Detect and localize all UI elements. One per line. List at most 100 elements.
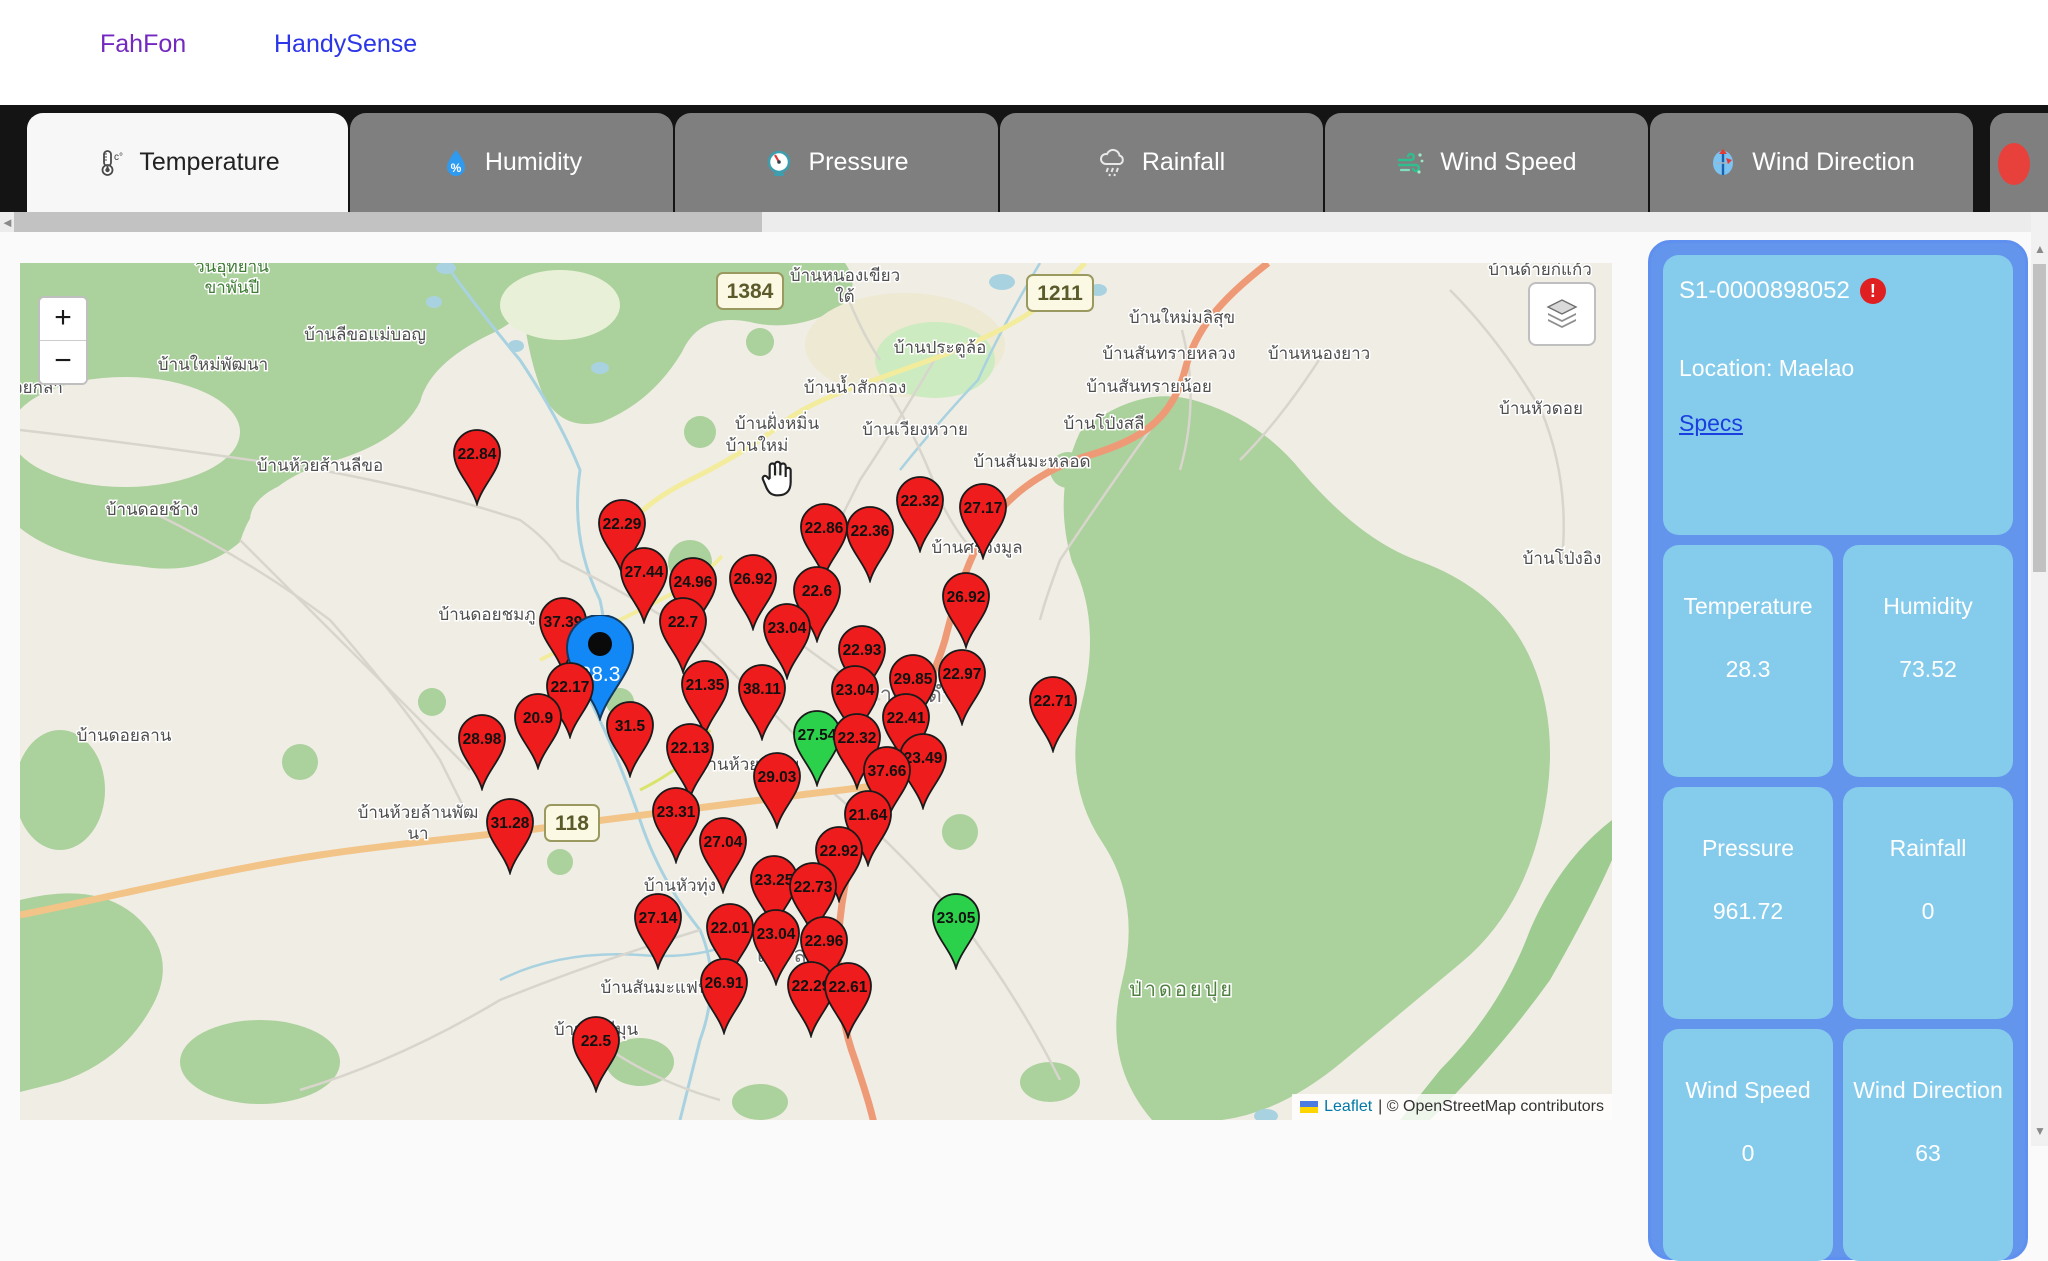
metric-value: 73.52 [1843,656,2013,683]
road-badge-label: 1384 [727,280,774,303]
metric-grid: Temperature 28.3 Humidity 73.52 Pressure… [1663,545,2013,1261]
tab-rainfall[interactable]: Rainfall [1000,113,1323,212]
tab-wind-speed[interactable]: Wind Speed [1325,113,1648,212]
map-container[interactable]: วนอุทยานขาพันปีบ้านลีขอแม่บอญบ้านใหม่พัฒ… [20,263,1612,1120]
nav-link-handysense[interactable]: HandySense [274,30,417,59]
tab-pressure[interactable]: Pressure [675,113,998,212]
map-place-label: บ้านโป่งสลี [1064,413,1145,433]
map-place-label: บ้านห้วยล้านพัฒ [358,803,479,822]
metric-label: Rainfall [1843,835,2013,862]
metric-label: Temperature [1663,593,1833,620]
vertical-scrollbar[interactable]: ▲ ▼ [2031,212,2048,1146]
map-attribution: Leaflet | © OpenStreetMap contributors [1292,1094,1612,1120]
scroll-down-arrow-icon[interactable]: ▼ [2034,1124,2046,1138]
metric-label: Pressure [1663,835,1833,862]
map-place-label: บ้านฝั่งหมิ่น [735,411,820,433]
tab-label: Rainfall [1142,148,1225,177]
road-badge-label: 1211 [1037,282,1083,305]
map-place-label: นา [407,824,428,843]
scroll-up-arrow-icon[interactable]: ▲ [2034,242,2046,256]
map-place-label: บ้านดงอีมุน [554,1020,639,1040]
map-place-label: ป่าก่อดำ [863,682,958,707]
humidity-drop-icon: % [441,148,471,178]
tab-temperature[interactable]: c° Temperature [27,113,348,212]
station-panel: S1-0000898052 ! Location: Maelao Specs T… [1648,240,2028,1260]
layers-control-button[interactable] [1528,282,1596,346]
attribution-text: | © OpenStreetMap contributors [1378,1098,1604,1116]
tab-label: Humidity [485,148,582,177]
vertical-scrollbar-thumb[interactable] [2033,264,2046,572]
thermometer-icon: c° [95,148,125,178]
map-place-label: บ้านด้ายก่แก้ว [1488,263,1592,279]
map-place-label: บ้านดอยชมภู [438,605,535,625]
metric-card-temperature[interactable]: Temperature 28.3 [1663,545,1833,777]
map-place-label: ขาพันปี [205,278,260,297]
metric-value: 961.72 [1663,898,1833,925]
map-place-label: บ้านสันมะหลอด [973,452,1090,471]
metric-label: Wind Speed [1663,1077,1833,1104]
alert-icon: ! [1860,278,1886,304]
metric-card-wind-speed[interactable]: Wind Speed 0 [1663,1029,1833,1261]
tab-label: Wind Direction [1752,148,1915,177]
sensor-tabbar: c° Temperature % Humidity Pressure Rainf… [0,105,2048,212]
metric-card-wind-direction[interactable]: Wind Direction 63 [1843,1029,2013,1261]
metric-value: 0 [1663,1140,1833,1167]
station-header-card[interactable]: S1-0000898052 ! Location: Maelao Specs [1663,255,2013,535]
map-place-label: บ้านดอยช้าง [106,500,199,519]
horizontal-scrollbar[interactable]: ◄ [0,212,2032,232]
map-place-label: บ้านหนองยาว [1268,344,1370,363]
map-place-label: บ้านเวียงหวาย [862,420,968,439]
map-place-label: ใต้ [835,286,854,306]
tab-label: Wind Speed [1440,148,1576,177]
map-place-label: วนอุทยาน [195,263,269,277]
map-place-label: บ้านห้วยหวาย [697,755,800,774]
specs-link[interactable]: Specs [1679,410,1743,436]
horizontal-scrollbar-thumb[interactable] [14,212,762,232]
status-red-dot-icon [1998,143,2030,185]
tab-label: Temperature [139,148,279,177]
tab-overflow-stub[interactable] [1990,113,2048,212]
station-id: S1-0000898052 [1679,277,1850,305]
metric-value: 63 [1843,1140,2013,1167]
map-place-label: แม่ลาว [757,942,844,967]
map-place-label: บ้านหัวทุ่ง [644,876,716,896]
svg-text:c°: c° [114,152,123,163]
map-tiles: วนอุทยานขาพันปีบ้านลีขอแม่บอญบ้านใหม่พัฒ… [20,263,1612,1120]
map-place-label: บ้านโป่งอิง [1523,548,1602,568]
scroll-left-arrow-icon[interactable]: ◄ [1,215,14,230]
top-navbar: FahFon HandySense [0,0,2048,105]
map-place-label: บ้านลีขอแม่บอญ [304,325,426,344]
metric-card-pressure[interactable]: Pressure 961.72 [1663,787,1833,1019]
layers-icon [1545,298,1579,330]
metric-card-humidity[interactable]: Humidity 73.52 [1843,545,2013,777]
tab-wind-direction[interactable]: Wind Direction [1650,113,1973,212]
svg-text:%: % [451,161,462,175]
map-place-label: บ้านห้วยส้านลีขอ [257,456,383,475]
map-place-label: บ้านหนองเขียว [790,266,900,285]
map-place-label: บ้านสันทรายน้อย [1086,377,1212,396]
nav-link-fahfon[interactable]: FahFon [100,30,186,59]
map-place-label: ป่าดอยปุย [1129,979,1235,1002]
map-place-label: บ้านใหม่ [726,435,789,455]
metric-value: 28.3 [1663,656,1833,683]
wind-icon [1396,148,1426,178]
metric-label: Wind Direction [1843,1077,2013,1104]
wind-vane-icon [1708,148,1738,178]
metric-label: Humidity [1843,593,2013,620]
rain-cloud-icon [1098,148,1128,178]
zoom-out-button[interactable]: − [40,341,86,383]
ukraine-flag-icon [1300,1101,1318,1113]
tab-label: Pressure [808,148,908,177]
map-place-label: บ้านน้ำสักกอง [804,375,907,397]
map-place-label: บ้านหัวดอย [1499,399,1583,418]
leaflet-link[interactable]: Leaflet [1324,1098,1372,1116]
tab-humidity[interactable]: % Humidity [350,113,673,212]
map-zoom-control: + − [38,296,88,385]
map-place-label: บ้านใหม่มลิสุข [1129,307,1235,328]
map-place-label: บ้านศรีวังมูล [931,538,1022,558]
zoom-in-button[interactable]: + [40,298,86,341]
map-place-label: บ้านดอยลาน [77,726,172,745]
map-place-label: บ้านประตูล้อ [894,338,987,358]
metric-card-rainfall[interactable]: Rainfall 0 [1843,787,2013,1019]
metric-value: 0 [1843,898,2013,925]
